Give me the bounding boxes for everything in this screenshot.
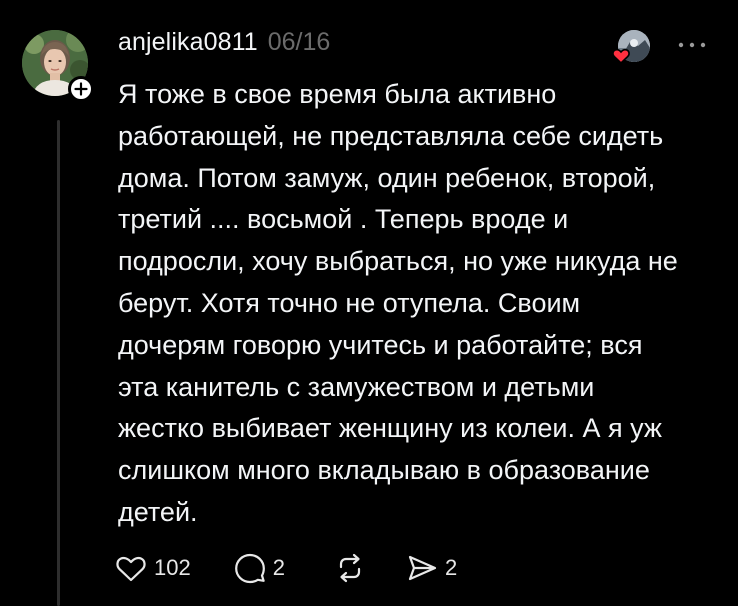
post-body-text: Я тоже в свое время была активно работаю… — [118, 79, 678, 527]
more-options-button[interactable] — [672, 32, 712, 58]
reply-count: 2 — [272, 555, 285, 580]
red-heart-icon — [611, 46, 631, 66]
like-button[interactable]: 102 — [114, 552, 191, 584]
share-button[interactable]: 2 — [405, 552, 457, 584]
share-count: 2 — [444, 555, 458, 580]
post-actions-bar: 102 2 2 — [114, 548, 457, 588]
speech-bubble-icon — [234, 553, 265, 584]
more-horizontal-icon — [678, 42, 706, 48]
reply-button[interactable]: 2 — [233, 552, 285, 584]
author-avatar-container[interactable] — [22, 30, 96, 104]
author-username[interactable]: anjelika0811 — [118, 28, 258, 57]
repost-icon — [339, 553, 361, 583]
repost-button[interactable] — [333, 552, 367, 584]
follow-button[interactable] — [68, 76, 94, 102]
liked-by-author-indicator — [611, 30, 650, 66]
plus-icon — [74, 82, 88, 96]
heart-outline-icon — [116, 556, 146, 582]
post-header: anjelika0811 06/16 — [118, 28, 330, 64]
post-timestamp: 06/16 — [267, 28, 331, 56]
thread-line — [57, 120, 60, 606]
send-icon — [408, 555, 437, 581]
like-count: 102 — [154, 555, 191, 580]
